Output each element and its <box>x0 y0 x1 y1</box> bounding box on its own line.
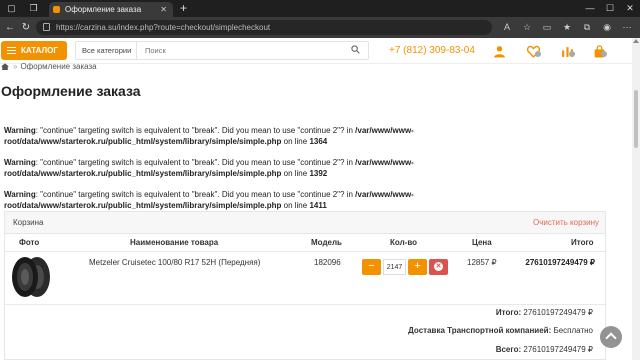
url-text: https://carzina.su/index.php?route=check… <box>56 23 271 32</box>
address-bar[interactable]: https://carzina.su/index.php?route=check… <box>36 20 492 35</box>
warning-line: 1392 <box>309 169 328 178</box>
favorites-icon[interactable]: ★ <box>560 21 574 34</box>
remove-icon: ✕ <box>434 262 443 271</box>
product-total: 27610197249479 ₽ <box>525 258 595 267</box>
grand-total-value: 27610197249479 ₽ <box>523 345 593 354</box>
php-warning: Warning: "continue" targeting switch is … <box>4 157 444 179</box>
lock-icon <box>43 23 50 31</box>
cart-title: Корзина <box>13 218 44 227</box>
product-image[interactable] <box>9 256 53 298</box>
maximize-icon[interactable]: ☐ <box>600 0 620 17</box>
browser-tab[interactable]: Оформление заказа ✕ <box>49 2 173 17</box>
subtotal-value: 27610197249479 ₽ <box>523 308 593 317</box>
subtotal-label: Итого: <box>495 308 522 317</box>
qty-decrease-button[interactable]: − <box>362 259 381 275</box>
subtotal-row: Итого: 27610197249479 ₽ <box>496 308 593 317</box>
phone-number[interactable]: +7 (812) 309-83-04 <box>389 43 475 58</box>
scroll-thumb[interactable] <box>634 90 638 148</box>
col-name: Наименование товара <box>130 238 219 247</box>
tab-close-icon[interactable]: ✕ <box>160 2 167 17</box>
user-icon[interactable] <box>493 45 506 58</box>
warning-text: : "continue" targeting switch is equival… <box>35 158 356 167</box>
warning-label: Warning <box>4 126 36 135</box>
col-qty: Кол-во <box>390 238 418 247</box>
row-divider <box>5 304 605 305</box>
col-price: Цена <box>472 238 492 247</box>
search-bar: Все категории <box>75 41 369 60</box>
cart-header: Корзина Очистить корзину <box>5 212 605 234</box>
cart-badge <box>601 51 607 57</box>
warning-line-text: on line <box>281 201 310 210</box>
home-icon[interactable] <box>1 63 9 71</box>
scroll-up-arrow-icon[interactable] <box>633 39 639 43</box>
breadcrumb: » Оформление заказа <box>1 62 97 71</box>
delivery-value: Бесплатно <box>553 326 593 335</box>
cart-panel: Корзина Очистить корзину Фото Наименован… <box>4 211 606 360</box>
window-close-icon[interactable]: ✕ <box>620 0 640 17</box>
collections-icon[interactable]: ⧉ <box>580 21 594 34</box>
php-warning: Warning: "continue" targeting switch is … <box>4 189 444 211</box>
grand-total-label: Всего: <box>495 345 522 354</box>
delivery-label: Доставка Транспортной компанией: <box>408 326 552 335</box>
row-divider <box>5 251 605 252</box>
warning-line: 1364 <box>309 137 328 146</box>
site-favicon-icon <box>53 6 60 13</box>
hamburger-icon <box>7 47 16 54</box>
profile-avatar-icon[interactable]: ◉ <box>600 21 614 34</box>
scroll-to-top-button[interactable] <box>600 326 622 348</box>
col-total: Итого <box>571 238 594 247</box>
col-model: Модель <box>311 238 342 247</box>
col-photo: Фото <box>19 238 40 247</box>
warning-line-text: on line <box>281 169 310 178</box>
grand-total-row: Всего: 27610197249479 ₽ <box>496 345 593 354</box>
warning-text: : "continue" targeting switch is equival… <box>35 126 356 135</box>
page-scrollbar[interactable] <box>632 38 640 360</box>
search-input[interactable] <box>139 42 339 59</box>
tab-title: Оформление заказа <box>65 5 142 14</box>
reload-icon[interactable]: ↻ <box>19 21 33 34</box>
clear-cart-link[interactable]: Очистить корзину <box>533 218 599 227</box>
split-screen-icon[interactable]: ▭ <box>540 21 554 34</box>
page-title: Оформление заказа <box>1 83 141 99</box>
browser-titlebar: ▢ ❐ Оформление заказа ✕ + — ☐ ✕ <box>0 0 640 17</box>
delivery-row: Доставка Транспортной компанией: Бесплат… <box>408 326 593 335</box>
catalog-button[interactable]: КАТАЛОГ <box>1 41 67 60</box>
compare-badge <box>569 51 575 57</box>
warning-label: Warning <box>4 158 36 167</box>
minimize-icon[interactable]: — <box>580 0 600 17</box>
catalog-label: КАТАЛОГ <box>21 46 58 55</box>
search-icon[interactable] <box>351 45 360 54</box>
wishlist-badge <box>535 51 541 57</box>
favorite-star-icon[interactable]: ☆ <box>520 21 534 34</box>
warning-line: 1411 <box>309 201 327 210</box>
menu-dots-icon[interactable]: ⋯ <box>620 21 634 34</box>
breadcrumb-current[interactable]: Оформление заказа <box>20 62 96 71</box>
profile-icon[interactable]: ▢ <box>6 3 17 14</box>
new-tab-button[interactable]: + <box>178 2 189 14</box>
read-aloud-icon[interactable]: A <box>500 21 514 34</box>
php-warning: Warning: "continue" targeting switch is … <box>4 125 444 147</box>
site-header: КАТАЛОГ Все категории +7 (812) 309-83-04 <box>0 38 632 64</box>
tab-actions-icon[interactable]: ❐ <box>28 3 39 14</box>
product-name-link[interactable]: Metzeler Cruisetec 100/80 R17 52H (Перед… <box>89 258 260 267</box>
warning-text: : "continue" targeting switch is equival… <box>35 190 356 199</box>
search-category-select[interactable]: Все категории <box>76 42 137 59</box>
browser-navbar: ← ↻ https://carzina.su/index.php?route=c… <box>0 17 640 38</box>
qty-input[interactable] <box>383 259 406 275</box>
remove-item-button[interactable]: ✕ <box>429 259 448 275</box>
product-model: 182096 <box>314 258 341 267</box>
back-icon[interactable]: ← <box>3 21 17 34</box>
warning-label: Warning <box>4 190 36 199</box>
warning-line-text: on line <box>281 137 310 146</box>
qty-increase-button[interactable]: + <box>408 259 427 275</box>
breadcrumb-separator: » <box>13 62 18 71</box>
product-price: 12857 ₽ <box>467 258 497 267</box>
